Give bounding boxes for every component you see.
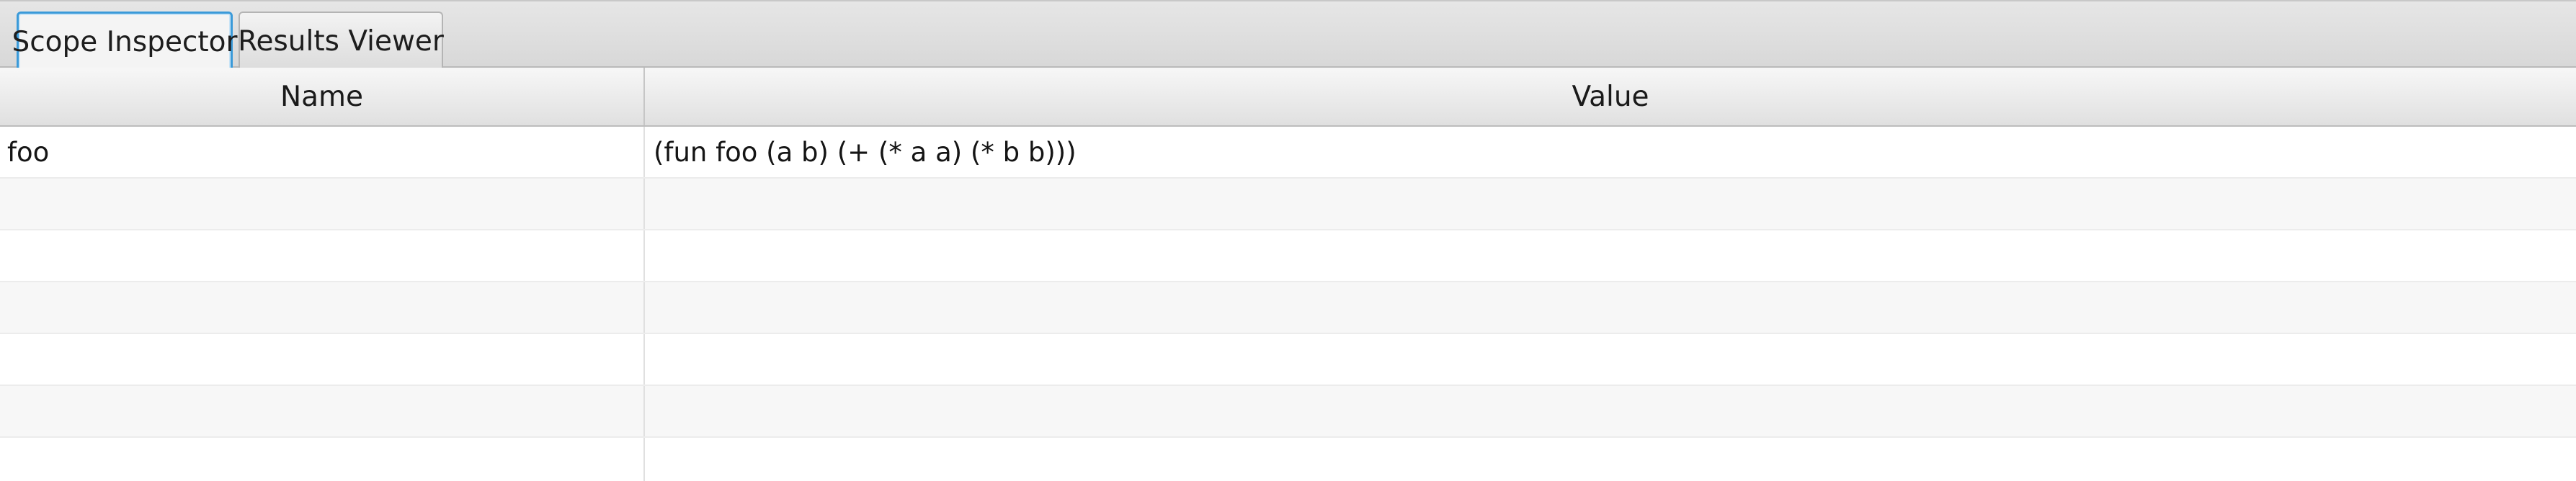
table-body: foo (fun foo (a b) (+ (* a a) (* b b))) (0, 127, 2576, 481)
table-row[interactable] (0, 334, 2576, 386)
value-cell (645, 230, 2576, 281)
tab-strip: Scope Inspector Results Viewer (0, 0, 2576, 71)
table-row[interactable] (0, 179, 2576, 230)
name-cell (0, 386, 645, 436)
value-cell (645, 282, 2576, 333)
value-cell (645, 179, 2576, 229)
tab-scope-inspector[interactable]: Scope Inspector (12, 12, 238, 71)
table-row[interactable] (0, 230, 2576, 282)
name-cell (0, 334, 645, 385)
app-window: Scope Inspector Results Viewer Name Valu… (0, 0, 2576, 481)
column-header-name[interactable]: Name (0, 68, 645, 125)
table-header: Name Value (0, 68, 2576, 127)
table-row[interactable] (0, 282, 2576, 334)
name-cell (0, 282, 645, 333)
scope-table: Name Value foo (fun foo (a b) (+ (* a a)… (0, 68, 2576, 481)
table-row[interactable] (0, 386, 2576, 438)
value-cell (645, 334, 2576, 385)
name-cell (0, 179, 645, 229)
value-cell (645, 386, 2576, 436)
value-cell (645, 438, 2576, 481)
name-cell (0, 438, 645, 481)
name-cell (0, 230, 645, 281)
tab-results-viewer[interactable]: Results Viewer (238, 12, 444, 69)
value-cell: (fun foo (a b) (+ (* a a) (* b b))) (654, 136, 1077, 168)
column-header-value[interactable]: Value (645, 68, 2576, 125)
table-row[interactable] (0, 438, 2576, 481)
table-row[interactable]: foo (fun foo (a b) (+ (* a a) (* b b))) (0, 127, 2576, 179)
name-cell: foo (0, 127, 645, 177)
